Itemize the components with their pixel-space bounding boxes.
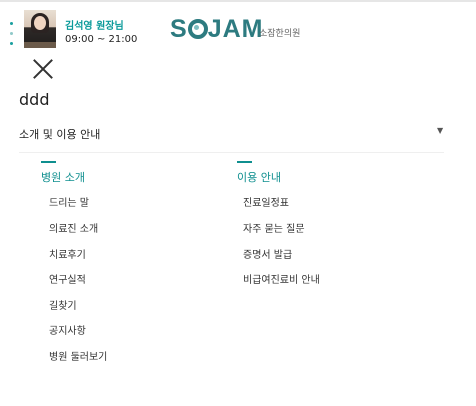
doctor-avatar xyxy=(24,10,56,48)
menu-item-doctors[interactable]: 의료진 소개 xyxy=(49,220,98,235)
section-title[interactable]: 소개 및 이용 안내 xyxy=(19,126,100,142)
caret-down-icon[interactable]: ▼ xyxy=(437,126,443,135)
doctor-name: 김석영 원장님 xyxy=(65,21,124,32)
menu-item-fees[interactable]: 비급여진료비 안내 xyxy=(243,271,320,286)
top-divider xyxy=(0,0,476,2)
column-accent-bar xyxy=(237,161,252,163)
close-icon[interactable] xyxy=(32,58,54,80)
sojam-logo[interactable]: S JAM xyxy=(170,15,263,44)
column-heading-hospital[interactable]: 병원 소개 xyxy=(41,169,85,185)
menu-column-guide: 이용 안내 진료일정표 자주 묻는 질문 증명서 발급 비급여진료비 안내 xyxy=(237,161,320,286)
menu-column-hospital: 병원 소개 드리는 말 의료진 소개 치료후기 연구실적 길찾기 공지사항 병원… xyxy=(41,161,107,363)
menu-item-schedule[interactable]: 진료일정표 xyxy=(243,194,289,209)
logo-subtitle: 소잠한의원 xyxy=(259,29,301,39)
menu-item-reviews[interactable]: 치료후기 xyxy=(49,246,86,261)
menu-input-text: ddd xyxy=(19,90,50,109)
vertical-dots-icon xyxy=(10,22,14,46)
menu-item-faq[interactable]: 자주 묻는 질문 xyxy=(243,220,305,235)
column-heading-guide[interactable]: 이용 안내 xyxy=(237,169,281,185)
menu-item-directions[interactable]: 길찾기 xyxy=(49,297,77,312)
menu-item-greeting[interactable]: 드리는 말 xyxy=(49,194,89,209)
column-accent-bar xyxy=(41,161,56,163)
header: 김석영 원장님 09:00 ~ 21:00 S JAM 소잠한의원 xyxy=(0,8,476,50)
section-divider xyxy=(19,152,444,153)
menu-item-certificate[interactable]: 증명서 발급 xyxy=(243,246,292,261)
clinic-hours: 09:00 ~ 21:00 xyxy=(65,34,138,45)
menu-item-research[interactable]: 연구실적 xyxy=(49,271,86,286)
menu-item-tour[interactable]: 병원 둘러보기 xyxy=(49,348,107,363)
menu-item-notices[interactable]: 공지사항 xyxy=(49,322,86,337)
